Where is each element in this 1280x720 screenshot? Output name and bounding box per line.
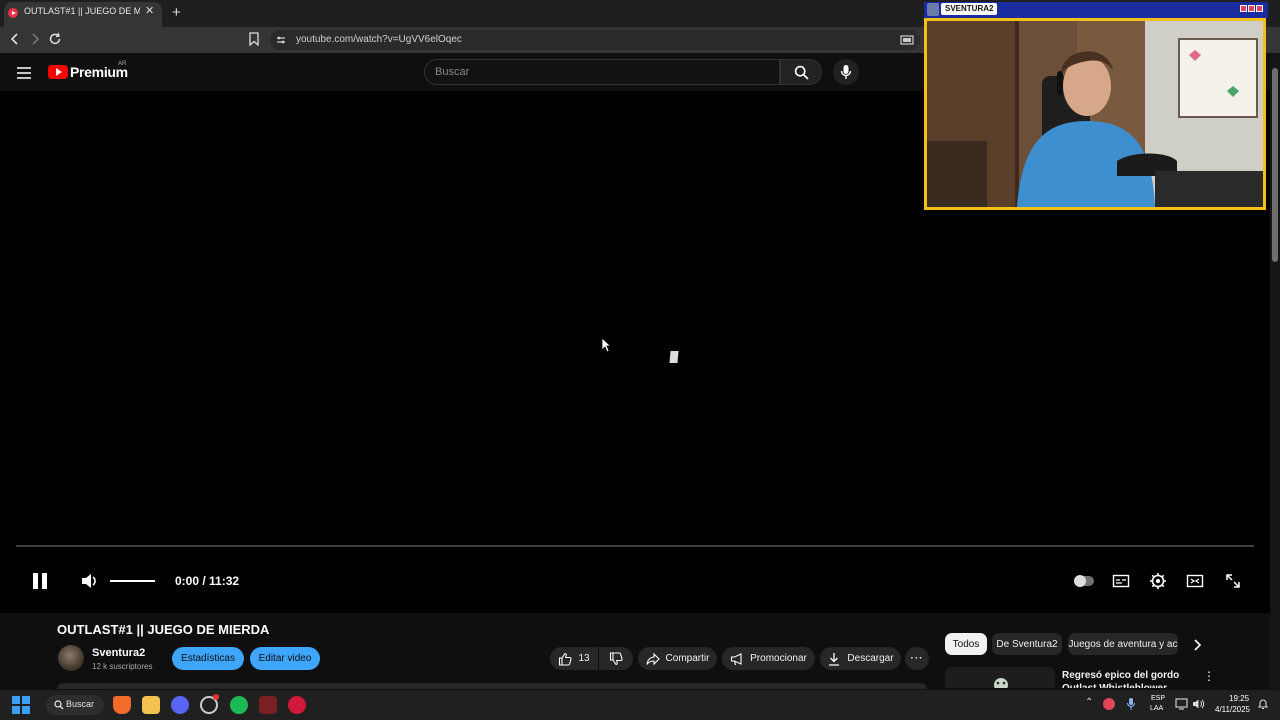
brave-browser-icon[interactable] (113, 696, 131, 714)
streamer-avatar-icon (927, 3, 939, 16)
share-icon (646, 652, 660, 665)
share-label: Compartir (665, 653, 710, 664)
recommendation-thumbnail[interactable] (945, 667, 1055, 688)
youtube-favicon-icon (8, 8, 18, 18)
channel-name[interactable]: Sventura2 (92, 647, 145, 659)
theater-mode-icon[interactable] (1186, 572, 1204, 590)
reload-icon[interactable] (47, 31, 63, 47)
description-box[interactable] (57, 683, 927, 689)
promote-label: Promocionar (750, 653, 807, 664)
back-icon[interactable] (7, 31, 23, 47)
progress-bar[interactable] (16, 545, 1254, 547)
microphone-icon (840, 65, 852, 79)
chip-from-channel[interactable]: De Sventura2 (992, 633, 1062, 655)
webcam-image (927, 21, 1263, 207)
webcam-minimize-icon (1240, 5, 1247, 12)
file-explorer-icon[interactable] (142, 696, 160, 714)
tab-title: OUTLAST#1 || JUEGO DE MIERDA (24, 6, 140, 16)
search-box[interactable] (424, 59, 780, 85)
share-button[interactable]: Compartir (638, 647, 717, 670)
subtitles-icon[interactable] (1112, 572, 1130, 590)
hamburger-menu-icon[interactable] (16, 66, 32, 80)
spotify-icon[interactable] (230, 696, 248, 714)
webcam-close-icon (1256, 5, 1263, 12)
webcam-feed (924, 18, 1266, 210)
clock-date[interactable]: 4/11/2025 (1215, 705, 1250, 714)
mouse-cursor-icon (601, 337, 611, 353)
url-text: youtube.com/watch?v=UgVV6elOqec (296, 34, 462, 45)
tray-microphone-icon[interactable] (1126, 697, 1136, 711)
volume-slider[interactable] (110, 580, 155, 582)
speaker-icon[interactable] (1192, 698, 1205, 710)
bookmark-icon[interactable] (248, 32, 260, 46)
voice-search-button[interactable] (833, 59, 859, 85)
edit-video-button[interactable]: Editar video (250, 647, 320, 670)
settings-gear-icon[interactable] (1149, 572, 1167, 590)
region-code: AR (118, 61, 127, 67)
channel-avatar[interactable] (58, 645, 84, 671)
keyboard-layout[interactable]: LAA (1150, 705, 1163, 712)
like-count: 13 (578, 653, 590, 664)
keyboard-language[interactable]: ESP (1151, 695, 1165, 702)
chip-all[interactable]: Todos (945, 633, 987, 655)
recommendation-title[interactable]: Regresó epico del gordo Outlast Whistleb… (1062, 669, 1202, 688)
fullscreen-icon[interactable] (1224, 572, 1242, 590)
forward-icon[interactable] (27, 31, 43, 47)
windows-start-icon[interactable] (12, 696, 30, 714)
video-title: OUTLAST#1 || JUEGO DE MIERDA (57, 622, 270, 637)
dislike-button[interactable] (599, 647, 633, 670)
voicemeeter-icon[interactable] (259, 696, 277, 714)
app-icon[interactable] (288, 696, 306, 714)
taskbar-search-icon (54, 700, 64, 710)
clock-time[interactable]: 19:25 (1229, 694, 1249, 703)
thumbs-up-icon (559, 652, 573, 666)
notification-badge (213, 694, 219, 700)
subscriber-count: 12 k suscriptores (92, 662, 153, 671)
taskbar-search-label: Buscar (66, 699, 95, 709)
discord-icon[interactable] (171, 696, 189, 714)
download-icon (829, 652, 840, 666)
tray-app-icon[interactable] (1103, 698, 1115, 710)
new-tab-button[interactable]: + (172, 4, 181, 21)
tray-expand-icon[interactable]: ⌃ (1085, 697, 1093, 708)
site-info-icon[interactable] (276, 35, 286, 45)
like-button[interactable]: 13 (550, 647, 598, 670)
megaphone-icon (731, 652, 742, 665)
youtube-logo-icon[interactable] (48, 65, 68, 79)
webcam-maximize-icon (1248, 5, 1255, 12)
thumbs-down-icon (609, 651, 623, 665)
download-button[interactable]: Descargar (820, 647, 901, 670)
chevron-right-icon[interactable] (1191, 638, 1203, 652)
cast-icon[interactable] (900, 34, 914, 46)
analytics-button[interactable]: Estadísticas (172, 647, 244, 670)
tab-close-icon[interactable]: ✕ (145, 4, 154, 17)
time-display: 0:00 / 11:32 (175, 574, 240, 588)
more-actions-button[interactable]: ··· (905, 647, 929, 670)
promote-button[interactable]: Promocionar (722, 647, 815, 670)
pause-button[interactable] (30, 571, 50, 591)
search-icon (794, 65, 809, 80)
notifications-bell-icon[interactable] (1257, 698, 1269, 710)
network-icon[interactable] (1175, 698, 1188, 710)
search-button[interactable] (780, 59, 822, 85)
autoplay-toggle[interactable] (1074, 572, 1094, 590)
streamer-name: SVENTURA2 (941, 3, 998, 15)
volume-icon[interactable] (80, 572, 100, 590)
loading-indicator (669, 351, 679, 363)
search-input[interactable] (435, 65, 755, 79)
recommendation-menu-icon[interactable]: ⋮ (1203, 669, 1215, 683)
download-label: Descargar (847, 653, 894, 664)
scrollbar-thumb[interactable] (1272, 68, 1278, 262)
chip-adventure-games[interactable]: Juegos de aventura y ac (1068, 633, 1178, 655)
